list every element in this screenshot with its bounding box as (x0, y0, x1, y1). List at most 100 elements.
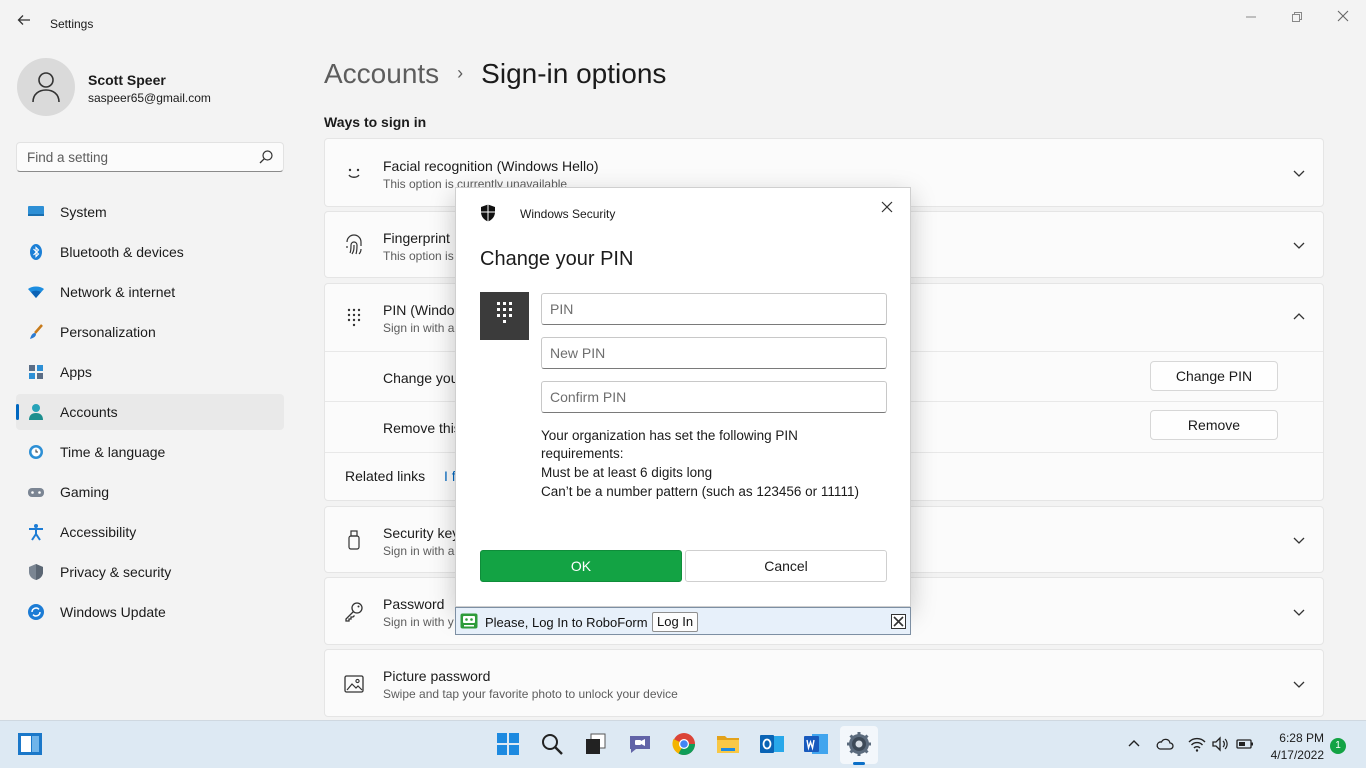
related-links-label: Related links (345, 468, 426, 484)
teams-chat-icon[interactable] (627, 731, 653, 757)
sidebar-item-windows-update[interactable]: Windows Update (16, 594, 284, 630)
clock-date[interactable]: 4/17/2022 (1262, 748, 1324, 762)
card-title: Facial recognition (Windows Hello) (383, 158, 599, 174)
search-icon[interactable] (539, 731, 565, 757)
sidebar-item-label: Windows Update (60, 604, 166, 620)
chevron-right-icon: › (457, 63, 464, 83)
battery-icon[interactable] (1236, 735, 1254, 753)
card-subtitle: Sign in with a (383, 321, 455, 335)
file-explorer-icon[interactable] (715, 731, 741, 757)
sidebar-item-accessibility[interactable]: Accessibility (16, 514, 284, 550)
word-icon[interactable] (803, 731, 829, 757)
card-title: Security key (383, 525, 460, 541)
new-pin-field[interactable]: New PIN (541, 337, 887, 369)
dialog-title: Change your PIN (480, 248, 634, 270)
sidebar-item-personalization[interactable]: Personalization (16, 314, 284, 350)
close-icon[interactable] (876, 196, 898, 218)
wifi-icon (28, 286, 44, 298)
accessibility-icon (29, 524, 43, 541)
clock-time[interactable]: 6:28 PM (1272, 731, 1324, 745)
search-input[interactable]: Find a setting (27, 150, 108, 165)
change-pin-button[interactable]: Change PIN (1150, 361, 1278, 391)
close-icon[interactable] (891, 614, 906, 629)
close-icon[interactable] (1320, 6, 1366, 30)
requirements-line: requirements: (541, 446, 624, 461)
section-title: Ways to sign in (324, 114, 427, 130)
breadcrumb: Accounts › Sign-in options (324, 58, 666, 90)
windows-start-icon[interactable] (17, 732, 43, 756)
task-view-icon[interactable] (583, 731, 609, 757)
pin-field[interactable]: PIN (541, 293, 887, 325)
card-title: Fingerprint (383, 230, 450, 246)
sidebar-item-privacy-security[interactable]: Privacy & security (16, 554, 284, 590)
avatar[interactable] (17, 58, 75, 116)
search-icon[interactable] (258, 149, 274, 165)
roboform-message: Please, Log In to RoboForm (485, 615, 648, 630)
card-title: Password (383, 596, 445, 612)
person-icon (29, 404, 43, 420)
change-pin-label: Change you (383, 370, 459, 386)
person-icon (32, 72, 60, 103)
maximize-icon[interactable] (1274, 6, 1320, 30)
brush-icon (30, 324, 43, 339)
settings-icon[interactable] (846, 731, 872, 757)
card-subtitle: Swipe and tap your favorite photo to unl… (383, 687, 678, 701)
chevron-down-icon[interactable] (1291, 604, 1307, 620)
breadcrumb-parent[interactable]: Accounts (324, 58, 439, 89)
app-title: Settings (50, 17, 94, 31)
sidebar-item-accounts[interactable]: Accounts (16, 394, 284, 430)
start-icon[interactable] (495, 731, 521, 757)
notification-badge[interactable]: 1 (1330, 738, 1346, 754)
volume-icon[interactable] (1211, 735, 1229, 753)
chrome-icon[interactable] (671, 731, 697, 757)
back-arrow-icon[interactable] (12, 12, 36, 36)
user-name: Scott Speer (88, 72, 166, 88)
minimize-icon[interactable] (1228, 6, 1274, 30)
card-picture-password[interactable]: Picture password Swipe and tap your favo… (324, 649, 1324, 717)
page-title: Sign-in options (481, 58, 667, 89)
card-subtitle: This option is (383, 249, 454, 263)
sidebar-item-label: Apps (60, 364, 92, 380)
sidebar-item-time-language[interactable]: Time & language (16, 434, 284, 470)
related-link[interactable]: I f (444, 468, 456, 484)
title-bar: Settings (0, 0, 1366, 48)
card-title: PIN (Windo (383, 302, 455, 318)
cancel-button[interactable]: Cancel (685, 550, 887, 582)
chevron-down-icon[interactable] (1291, 676, 1307, 692)
confirm-pin-field[interactable]: Confirm PIN (541, 381, 887, 413)
sidebar-item-label: Gaming (60, 484, 110, 500)
sidebar-item-system[interactable]: System (16, 194, 284, 230)
remove-pin-label: Remove this (383, 420, 461, 436)
roboform-login-button[interactable]: Log In (652, 612, 699, 632)
usb-key-icon (348, 530, 360, 550)
wifi-icon[interactable] (1188, 735, 1206, 753)
taskbar: 6:28 PM 4/17/2022 1 (0, 720, 1366, 768)
card-subtitle: Sign in with a (383, 544, 455, 558)
display-icon (28, 206, 44, 216)
update-icon (28, 604, 44, 620)
requirements-line: Must be at least 6 digits long (541, 465, 713, 480)
remove-pin-button[interactable]: Remove (1150, 410, 1278, 440)
sidebar-item-gaming[interactable]: Gaming (16, 474, 284, 510)
card-subtitle: Sign in with y (383, 615, 454, 629)
sidebar-item-label: Network & internet (60, 284, 176, 300)
sidebar-item-apps[interactable]: Apps (16, 354, 284, 390)
onedrive-cloud-icon[interactable] (1156, 735, 1174, 753)
smile-icon (348, 168, 360, 178)
sidebar-item-network[interactable]: Network & internet (16, 274, 284, 310)
outlook-icon[interactable] (759, 731, 785, 757)
dialog-app-name: Windows Security (520, 207, 616, 221)
chevron-down-icon[interactable] (1291, 237, 1307, 253)
chevron-up-icon[interactable] (1291, 309, 1307, 325)
keypad-icon (480, 292, 529, 340)
picture-icon (344, 675, 364, 693)
search-box[interactable]: Find a setting (16, 142, 284, 172)
chevron-down-icon[interactable] (1291, 165, 1307, 181)
roboform-icon (460, 613, 478, 629)
requirements-line: Can’t be a number pattern (such as 12345… (541, 484, 859, 499)
chevron-down-icon[interactable] (1291, 532, 1307, 548)
chevron-up-icon[interactable] (1125, 735, 1143, 753)
sidebar-item-bluetooth[interactable]: Bluetooth & devices (16, 234, 284, 270)
active-app-indicator (853, 762, 865, 765)
ok-button[interactable]: OK (480, 550, 682, 582)
